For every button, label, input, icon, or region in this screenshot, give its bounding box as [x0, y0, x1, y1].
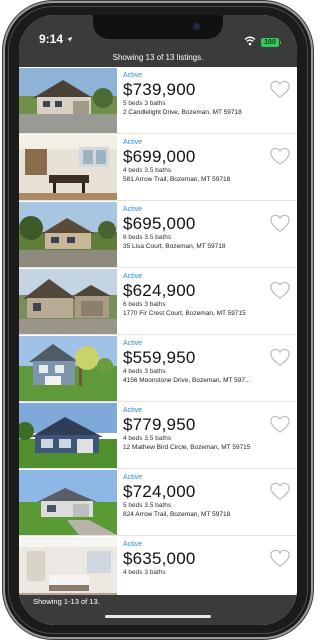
heart-outline-icon[interactable] [269, 481, 291, 501]
listing-row[interactable]: Active $624,900 6 beds 3 baths 1770 Fir … [19, 268, 297, 335]
battery-icon: 100 [261, 37, 281, 47]
listing-row[interactable]: Active $559,950 4 beds 3 baths 4156 Moon… [19, 335, 297, 402]
listing-row[interactable]: Active $739,900 5 beds 3 baths 2 Candlel… [19, 67, 297, 134]
heart-outline-icon[interactable] [269, 79, 291, 99]
listing-address: 581 Arrow Trail, Bozeman, MT 59718 [123, 176, 231, 183]
status-icons: 100 [244, 33, 281, 51]
listing-beds-baths: 5 beds 3 baths [123, 100, 166, 107]
phone-frame: 9:14 100 Showing 13 of 13 listings. Acti… [5, 3, 311, 637]
listing-row[interactable]: Active $635,000 4 beds 3 baths [19, 536, 297, 603]
listing-address: 824 Arrow Trail, Bozeman, MT 59718 [123, 511, 231, 518]
listing-price: $739,900 [123, 80, 196, 99]
listing-price: $624,900 [123, 281, 196, 300]
listing-info: Active $624,900 6 beds 3 baths 1770 Fir … [123, 273, 293, 318]
listing-address: 4156 Moonstone Drive, Bozeman, MT 597... [123, 377, 251, 384]
listing-status: Active [123, 541, 143, 548]
listing-photo[interactable] [19, 135, 117, 200]
listing-row[interactable]: Active $699,000 4 beds 3.5 baths 581 Arr… [19, 134, 297, 201]
listings-list[interactable]: Active $739,900 5 beds 3 baths 2 Candlel… [19, 67, 297, 607]
listing-info: Active $695,000 6 beds 3.5 baths 35 Lisa… [123, 206, 293, 251]
camera-icon [193, 23, 200, 30]
listing-info: Active $724,000 5 beds 3.5 baths 824 Arr… [123, 474, 293, 519]
listing-info: Active $779,950 4 beds 3.5 baths 12 Math… [123, 407, 293, 452]
listing-price: $699,000 [123, 147, 196, 166]
heart-outline-icon[interactable] [269, 213, 291, 233]
listing-address: 1770 Fir Crest Court, Bozeman, MT 59715 [123, 310, 246, 317]
listing-beds-baths: 6 beds 3 baths [123, 301, 166, 308]
listing-status: Active [123, 206, 143, 213]
footer-bar: Showing 1-13 of 13. [19, 595, 297, 625]
heart-outline-icon[interactable] [269, 347, 291, 367]
home-indicator[interactable] [105, 615, 211, 618]
listing-beds-baths: 4 beds 3.5 baths [123, 167, 172, 174]
listing-address: 35 Lisa Court, Bozeman, MT 59718 [123, 243, 226, 250]
listing-photo[interactable] [19, 537, 117, 602]
listing-photo[interactable] [19, 336, 117, 401]
listing-photo[interactable] [19, 403, 117, 468]
listing-price: $695,000 [123, 214, 196, 233]
wifi-icon [244, 33, 256, 51]
battery-level: 100 [264, 38, 276, 46]
listing-photo[interactable] [19, 470, 117, 535]
top-bar: 9:14 100 Showing 13 of 13 listings. [19, 15, 297, 67]
listing-beds-baths: 4 beds 3 baths [123, 569, 166, 576]
heart-outline-icon[interactable] [269, 280, 291, 300]
listing-info: Active $699,000 4 beds 3.5 baths 581 Arr… [123, 139, 293, 184]
pagination-text: Showing 1-13 of 13. [33, 597, 100, 606]
listing-status: Active [123, 273, 143, 280]
listing-row[interactable]: Active $724,000 5 beds 3.5 baths 824 Arr… [19, 469, 297, 536]
listing-address: 12 Mathew Bird Circle, Bozeman, MT 59715 [123, 444, 251, 451]
heart-outline-icon[interactable] [269, 414, 291, 434]
listing-photo[interactable] [19, 68, 117, 133]
listing-price: $635,000 [123, 549, 196, 568]
status-time-text: 9:14 [39, 32, 64, 46]
listing-status: Active [123, 407, 143, 414]
listing-photo[interactable] [19, 202, 117, 267]
notch [93, 15, 223, 39]
phone-screen: 9:14 100 Showing 13 of 13 listings. Acti… [19, 15, 297, 625]
listing-beds-baths: 4 beds 3.5 baths [123, 435, 172, 442]
listing-status: Active [123, 340, 143, 347]
listing-status: Active [123, 72, 143, 79]
listing-status: Active [123, 139, 143, 146]
listing-price: $779,950 [123, 415, 196, 434]
navigation-arrow-icon [66, 32, 73, 46]
listing-price: $724,000 [123, 482, 196, 501]
listing-beds-baths: 6 beds 3.5 baths [123, 234, 172, 241]
listing-address: 2 Candlelight Drive, Bozeman, MT 59718 [123, 109, 242, 116]
listing-beds-baths: 4 beds 3 baths [123, 368, 166, 375]
listing-info: Active $739,900 5 beds 3 baths 2 Candlel… [123, 72, 293, 117]
listing-price: $559,950 [123, 348, 196, 367]
listing-photo[interactable] [19, 269, 117, 334]
listing-info: Active $635,000 4 beds 3 baths [123, 541, 293, 577]
heart-outline-icon[interactable] [269, 146, 291, 166]
listing-row[interactable]: Active $779,950 4 beds 3.5 baths 12 Math… [19, 402, 297, 469]
status-time: 9:14 [39, 32, 73, 46]
listing-row[interactable]: Active $695,000 6 beds 3.5 baths 35 Lisa… [19, 201, 297, 268]
listing-info: Active $559,950 4 beds 3 baths 4156 Moon… [123, 340, 293, 385]
listing-beds-baths: 5 beds 3.5 baths [123, 502, 172, 509]
listings-count-text: Showing 13 of 13 listings. [112, 53, 204, 62]
heart-outline-icon[interactable] [269, 548, 291, 568]
listing-status: Active [123, 474, 143, 481]
